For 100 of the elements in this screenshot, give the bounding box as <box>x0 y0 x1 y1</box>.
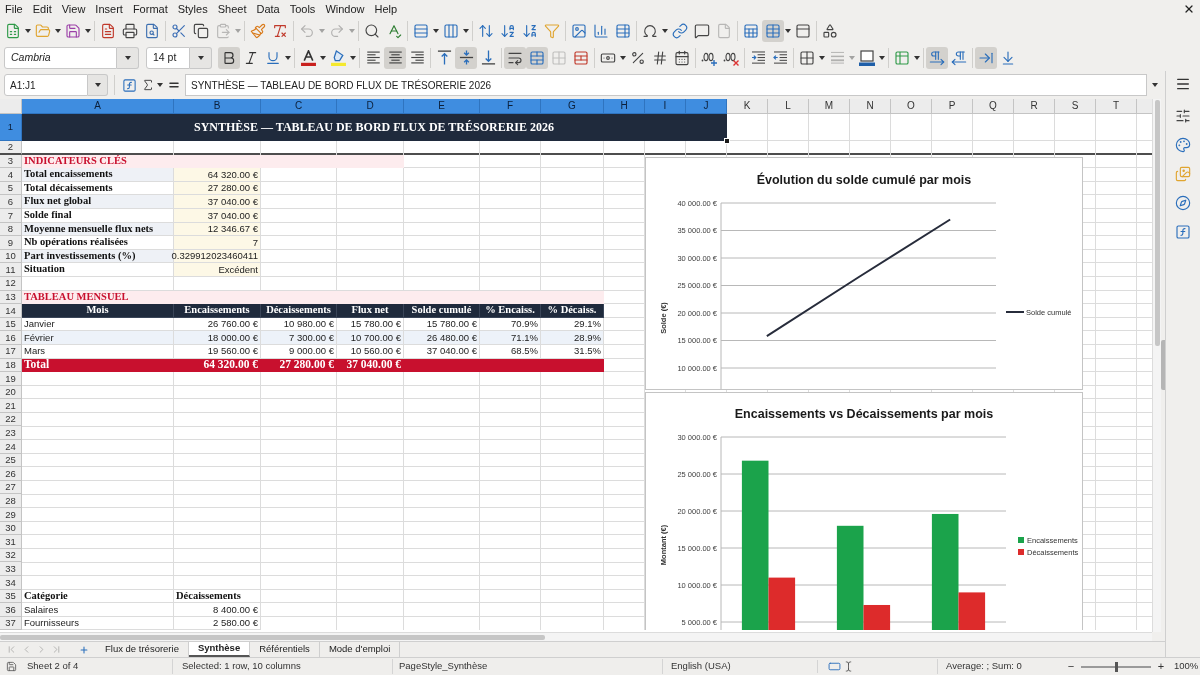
row-header[interactable]: 19 <box>0 372 22 386</box>
column-header[interactable]: A <box>22 99 174 114</box>
left-to-right-button[interactable] <box>926 46 948 69</box>
horizontal-scrollbar[interactable] <box>0 632 1152 641</box>
caret-icon[interactable] <box>879 55 885 60</box>
column-header[interactable]: R <box>1014 99 1055 114</box>
font-size-dropdown[interactable] <box>190 46 212 69</box>
row-header[interactable]: 33 <box>0 562 22 576</box>
caret-icon[interactable] <box>25 29 31 33</box>
row-header[interactable]: 21 <box>0 399 22 413</box>
row-header[interactable]: 36 <box>0 603 22 617</box>
column-header[interactable]: D <box>337 99 404 114</box>
row-header[interactable]: 23 <box>0 426 22 441</box>
font-name-field[interactable]: Cambria <box>4 46 117 69</box>
row-header[interactable]: 1 <box>0 114 22 141</box>
column-header[interactable]: P <box>932 99 973 114</box>
column-header[interactable]: O <box>891 99 932 114</box>
zoom-slider-thumb[interactable] <box>1114 661 1118 672</box>
row-header[interactable]: 6 <box>0 195 22 209</box>
caret-icon[interactable] <box>350 55 356 60</box>
shapes-icon <box>822 23 838 39</box>
formula-input[interactable]: SYNTHÈSE — TABLEAU DE BORD FLUX DE TRÉSORERIE 2026 <box>185 74 1147 96</box>
page-style[interactable]: PageStyle_Synthèse <box>399 660 488 672</box>
menu-item[interactable]: View <box>61 3 86 15</box>
font-size-field[interactable]: 14 pt <box>146 46 190 69</box>
cell-grid[interactable] <box>0 114 1152 631</box>
zoom-percentage[interactable]: 100% <box>1174 659 1199 674</box>
name-box-dropdown[interactable] <box>88 74 108 96</box>
menu-item[interactable]: Format <box>132 3 168 15</box>
caret-icon[interactable] <box>463 29 469 33</box>
caret-icon[interactable] <box>157 83 163 87</box>
caret-icon[interactable] <box>124 55 131 60</box>
row-header[interactable]: 16 <box>0 331 22 345</box>
column-header[interactable]: G <box>541 99 604 114</box>
column-header[interactable]: L <box>768 99 809 114</box>
column-header[interactable]: I <box>645 99 686 114</box>
align-middle-button[interactable] <box>455 46 477 69</box>
row-header[interactable]: 31 <box>0 535 22 549</box>
scrollbar-thumb[interactable] <box>1154 100 1160 346</box>
menu-item[interactable]: Styles <box>177 3 208 15</box>
menu-item[interactable]: Help <box>374 3 398 15</box>
row-header[interactable]: 4 <box>0 168 22 182</box>
caret-icon[interactable] <box>785 29 791 33</box>
caret-icon[interactable] <box>914 55 920 60</box>
column-header[interactable]: T <box>1096 99 1137 114</box>
column-header[interactable]: K <box>727 99 768 114</box>
menu-item[interactable]: Edit <box>32 3 52 15</box>
caret-icon[interactable] <box>1152 83 1158 87</box>
row-header[interactable]: 2 <box>0 141 22 155</box>
column-header[interactable]: N <box>850 99 891 114</box>
row-header[interactable]: 9 <box>0 236 22 250</box>
caret-icon[interactable] <box>85 29 91 33</box>
sheet-tab[interactable]: Synthèse <box>188 642 251 657</box>
column-header[interactable]: S <box>1055 99 1096 114</box>
rectangle-icon[interactable] <box>828 660 841 673</box>
column-header[interactable]: M <box>809 99 850 114</box>
caret-icon[interactable] <box>819 55 825 60</box>
language[interactable]: English (USA) <box>671 660 731 672</box>
menu-item[interactable]: Sheet <box>217 3 247 15</box>
caret-icon[interactable] <box>197 55 204 60</box>
align-center-button[interactable] <box>384 46 406 69</box>
scrollbar-thumb[interactable] <box>0 634 545 640</box>
close-icon <box>1183 3 1195 15</box>
column-header[interactable]: F <box>480 99 541 114</box>
bold-button[interactable] <box>218 46 240 69</box>
caret-icon[interactable] <box>94 83 101 87</box>
menu-item[interactable]: Data <box>256 3 280 15</box>
menu-item[interactable]: Insert <box>95 3 123 15</box>
row-header[interactable]: 28 <box>0 494 22 509</box>
row-header[interactable]: 29 <box>0 508 22 522</box>
caret-icon[interactable] <box>433 29 439 33</box>
row-header[interactable]: 34 <box>0 576 22 590</box>
vertical-scrollbar[interactable] <box>1152 99 1161 632</box>
menu-item[interactable]: Tools <box>289 3 316 15</box>
zoom-out-button[interactable]: − <box>1065 661 1077 672</box>
column-header[interactable]: E <box>404 99 480 114</box>
sidebar-collapse-handle[interactable] <box>1161 340 1165 390</box>
row-header[interactable]: 14 <box>0 304 22 318</box>
text-horizontal-button[interactable] <box>975 46 997 69</box>
caret-icon[interactable] <box>285 55 291 60</box>
menu-item[interactable]: File <box>5 3 23 15</box>
text-cursor-icon[interactable] <box>843 661 854 672</box>
font-name-dropdown[interactable] <box>117 46 139 69</box>
name-box[interactable]: A1:J1 <box>4 74 88 96</box>
row-header[interactable]: 26 <box>0 467 22 481</box>
caret-icon[interactable] <box>320 55 326 60</box>
caret-icon[interactable] <box>55 29 61 33</box>
column-header[interactable]: B <box>174 99 261 114</box>
column-header[interactable]: Q <box>973 99 1014 114</box>
row-header[interactable]: 11 <box>0 263 22 277</box>
fill-handle[interactable] <box>724 138 730 144</box>
caret-icon[interactable] <box>620 55 626 60</box>
menu-item[interactable]: Window <box>325 3 365 15</box>
row-header[interactable]: 24 <box>0 440 22 454</box>
column-header[interactable]: J <box>686 99 727 114</box>
caret-icon[interactable] <box>662 29 668 33</box>
column-header[interactable]: C <box>261 99 337 114</box>
wrap-text-button[interactable] <box>504 46 526 69</box>
zoom-in-button[interactable]: + <box>1155 661 1167 672</box>
column-header[interactable]: H <box>604 99 645 114</box>
